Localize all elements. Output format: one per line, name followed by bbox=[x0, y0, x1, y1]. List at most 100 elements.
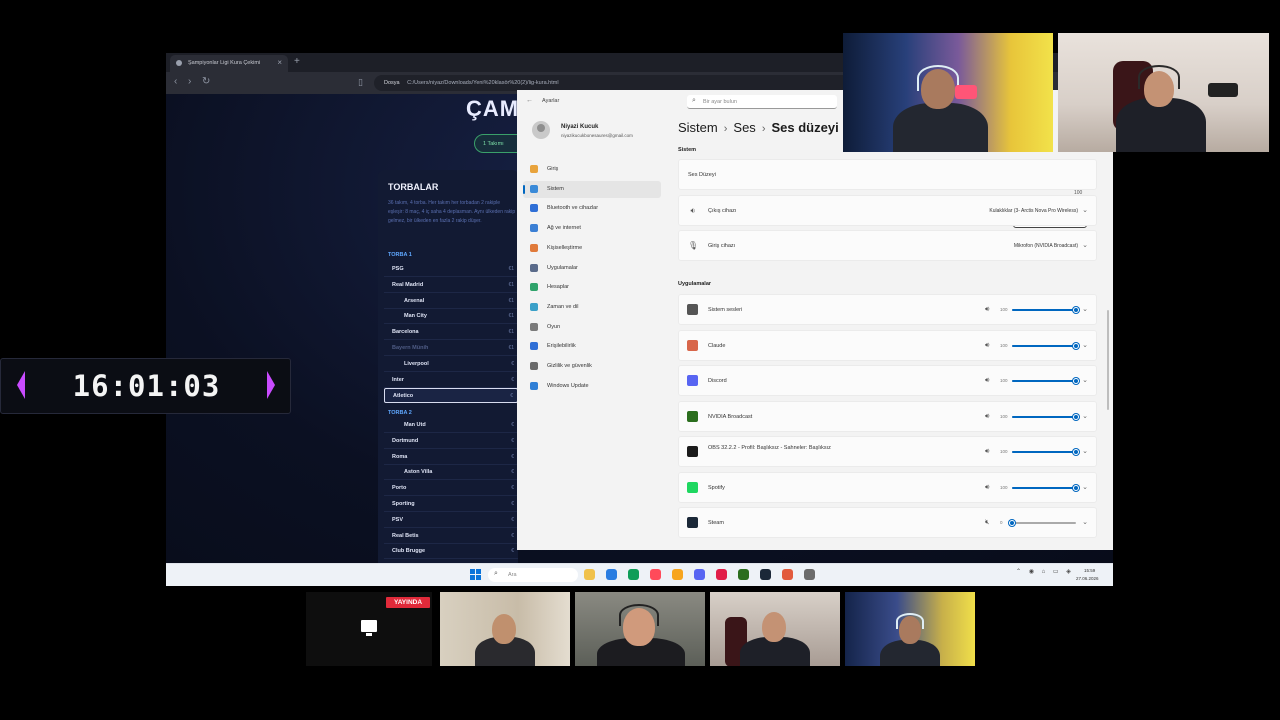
slider-thumb[interactable] bbox=[1073, 307, 1079, 313]
slider-thumb[interactable] bbox=[1009, 520, 1015, 526]
settings-nav-item[interactable]: Ağ ve internet bbox=[523, 220, 661, 237]
app-volume-slider[interactable] bbox=[1012, 484, 1079, 491]
taskbar-app-icon[interactable] bbox=[694, 569, 705, 580]
settings-nav-item[interactable]: Zaman ve dil bbox=[523, 299, 661, 316]
team-row[interactable]: Atletico € bbox=[384, 388, 518, 404]
bookmark-icon[interactable]: ▯ bbox=[358, 77, 363, 88]
speaker-icon[interactable]: 🔊︎ bbox=[985, 377, 989, 385]
team-row[interactable]: Man City €1 bbox=[384, 309, 518, 325]
taskbar-app-icon[interactable] bbox=[672, 569, 683, 580]
input-device-dropdown[interactable]: Mikrofon (NVIDIA Broadcast) bbox=[1014, 243, 1078, 249]
slider-fill bbox=[1012, 415, 1076, 418]
participant-cam-1[interactable] bbox=[440, 592, 570, 666]
chevron-down-icon[interactable]: ⌄ bbox=[1082, 518, 1088, 526]
settings-nav-item[interactable]: Gizlilik ve güvenlik bbox=[523, 358, 661, 375]
reload-icon[interactable]: ↻ bbox=[202, 76, 210, 87]
settings-nav-item[interactable]: Bluetooth ve cihazlar bbox=[523, 200, 661, 217]
participant-cam-4[interactable] bbox=[845, 592, 975, 666]
chevron-down-icon[interactable]: ⌄ bbox=[1082, 483, 1088, 491]
chevron-down-icon[interactable]: ⌄ bbox=[1082, 305, 1088, 313]
taskbar-search-input[interactable]: ⌕ Ara bbox=[488, 568, 578, 582]
output-device-card[interactable]: 🔉︎ Çıkış cihazı Kulaklıklar (3- Arctis N… bbox=[678, 195, 1097, 226]
chevron-down-icon[interactable]: ⌄ bbox=[1082, 206, 1088, 214]
browser-tab[interactable]: Şampiyonlar Ligi Kura Çekimi × bbox=[170, 55, 288, 72]
chevron-down-icon[interactable]: ⌄ bbox=[1082, 241, 1088, 249]
slider-thumb[interactable] bbox=[1073, 378, 1079, 384]
team-row[interactable]: Aston Villa € bbox=[384, 465, 518, 481]
app-volume-slider[interactable] bbox=[1012, 378, 1079, 384]
chevron-down-icon[interactable]: ⌄ bbox=[1082, 341, 1088, 349]
forward-icon[interactable]: › bbox=[188, 76, 191, 87]
team-row[interactable]: Porto € bbox=[384, 481, 518, 497]
team-row[interactable]: Man Utd € bbox=[384, 418, 518, 433]
section-system-heading: Sistem bbox=[678, 147, 697, 153]
chevron-down-icon[interactable]: ⌄ bbox=[1082, 447, 1088, 455]
app-volume-slider[interactable] bbox=[1012, 307, 1079, 313]
close-icon[interactable]: × bbox=[277, 58, 282, 67]
team-row[interactable]: PSG €1 bbox=[384, 262, 518, 277]
speaker-icon[interactable]: 🔊︎ bbox=[985, 342, 989, 350]
app-volume-slider[interactable] bbox=[1012, 449, 1079, 455]
spotify-icon bbox=[687, 481, 698, 493]
participant-cam-3[interactable] bbox=[710, 592, 840, 666]
team-row[interactable]: Roma € bbox=[384, 450, 518, 465]
taskbar-app-icon[interactable] bbox=[804, 569, 815, 580]
taskbar-app-icon[interactable] bbox=[716, 569, 727, 580]
windows-start-icon[interactable] bbox=[470, 569, 482, 581]
settings-search-input[interactable]: ⌕ Bir ayar bulun bbox=[687, 95, 837, 109]
app-volume-slider[interactable] bbox=[1012, 413, 1079, 420]
speaker-icon[interactable]: 🔊︎ bbox=[985, 484, 989, 492]
settings-nav-item[interactable]: Kişiselleştirme bbox=[523, 240, 661, 257]
team-row[interactable]: Barcelona €1 bbox=[384, 325, 518, 341]
back-arrow-icon[interactable]: ← bbox=[526, 97, 533, 104]
slider-thumb[interactable] bbox=[1073, 342, 1079, 349]
input-device-card[interactable]: 🎙︎ Giriş cihazı Mikrofon (NVIDIA Broadca… bbox=[678, 230, 1097, 261]
back-icon[interactable]: ‹ bbox=[174, 76, 177, 87]
team-row[interactable]: Sporting € bbox=[384, 497, 518, 512]
breadcrumb-system[interactable]: Sistem bbox=[678, 120, 718, 135]
speaker-icon[interactable]: 🔊︎ bbox=[985, 413, 989, 421]
slider-thumb[interactable] bbox=[1073, 449, 1079, 455]
scrollbar[interactable] bbox=[1107, 310, 1109, 410]
output-device-dropdown[interactable]: Kulaklıklar (3- Arctis Nova Pro Wireless… bbox=[989, 208, 1078, 214]
settings-nav-item[interactable]: Hesaplar bbox=[523, 279, 661, 296]
team-row[interactable]: Real Betis € bbox=[384, 529, 518, 544]
chevron-down-icon[interactable]: ⌄ bbox=[1082, 376, 1088, 384]
team-row[interactable]: Arsenal €1 bbox=[384, 294, 518, 309]
settings-nav-item[interactable]: Uygulamalar bbox=[523, 260, 661, 277]
slider-thumb[interactable] bbox=[1073, 413, 1079, 420]
team-row[interactable]: Dortmund € bbox=[384, 434, 518, 449]
taskbar-app-icon[interactable] bbox=[650, 569, 661, 580]
speaker-muted-icon[interactable]: 🔇︎ bbox=[985, 519, 989, 527]
new-tab-icon[interactable]: + bbox=[294, 56, 300, 67]
taskbar-app-icon[interactable] bbox=[760, 569, 771, 580]
system-tray[interactable]: ⌃ ◉ ⌂ ▭ ◈ bbox=[1016, 568, 1074, 575]
taskbar-clock-time[interactable]: 15:59 bbox=[1084, 568, 1095, 573]
settings-nav-item[interactable]: Windows Update bbox=[523, 378, 661, 395]
taskbar-search-placeholder: Ara bbox=[508, 572, 517, 578]
taskbar-app-icon[interactable] bbox=[782, 569, 793, 580]
taskbar-app-icon[interactable] bbox=[606, 569, 617, 580]
settings-nav-item[interactable]: Giriş bbox=[523, 161, 661, 178]
speaker-icon[interactable]: 🔊︎ bbox=[985, 306, 989, 314]
settings-nav-item[interactable]: Sistem bbox=[523, 180, 661, 198]
breadcrumb-sound[interactable]: Ses bbox=[733, 120, 755, 135]
slider-thumb[interactable] bbox=[1073, 484, 1079, 491]
taskbar-app-icon[interactable] bbox=[628, 569, 639, 580]
app-volume-slider[interactable] bbox=[1012, 342, 1079, 349]
app-volume-slider[interactable] bbox=[1009, 520, 1076, 526]
taskbar-app-icon[interactable] bbox=[738, 569, 749, 580]
team-row[interactable]: Inter € bbox=[384, 373, 518, 388]
team-row[interactable]: Real Madrid €1 bbox=[384, 278, 518, 293]
team-row[interactable]: PSV € bbox=[384, 513, 518, 528]
taskbar-clock-date[interactable]: 27.06.2026 bbox=[1076, 576, 1099, 581]
team-row[interactable]: Bayern Münih €1 bbox=[384, 341, 518, 356]
team-row[interactable]: Club Brugge € bbox=[384, 544, 518, 560]
participant-cam-2[interactable] bbox=[575, 592, 705, 666]
settings-nav-item[interactable]: Erişilebilirlik bbox=[523, 338, 661, 355]
team-row[interactable]: Liverpool € bbox=[384, 357, 518, 372]
taskbar-app-icon[interactable] bbox=[584, 569, 595, 580]
settings-nav-item[interactable]: Oyun bbox=[523, 319, 661, 336]
speaker-icon[interactable]: 🔊︎ bbox=[985, 448, 989, 456]
chevron-down-icon[interactable]: ⌄ bbox=[1082, 412, 1088, 420]
